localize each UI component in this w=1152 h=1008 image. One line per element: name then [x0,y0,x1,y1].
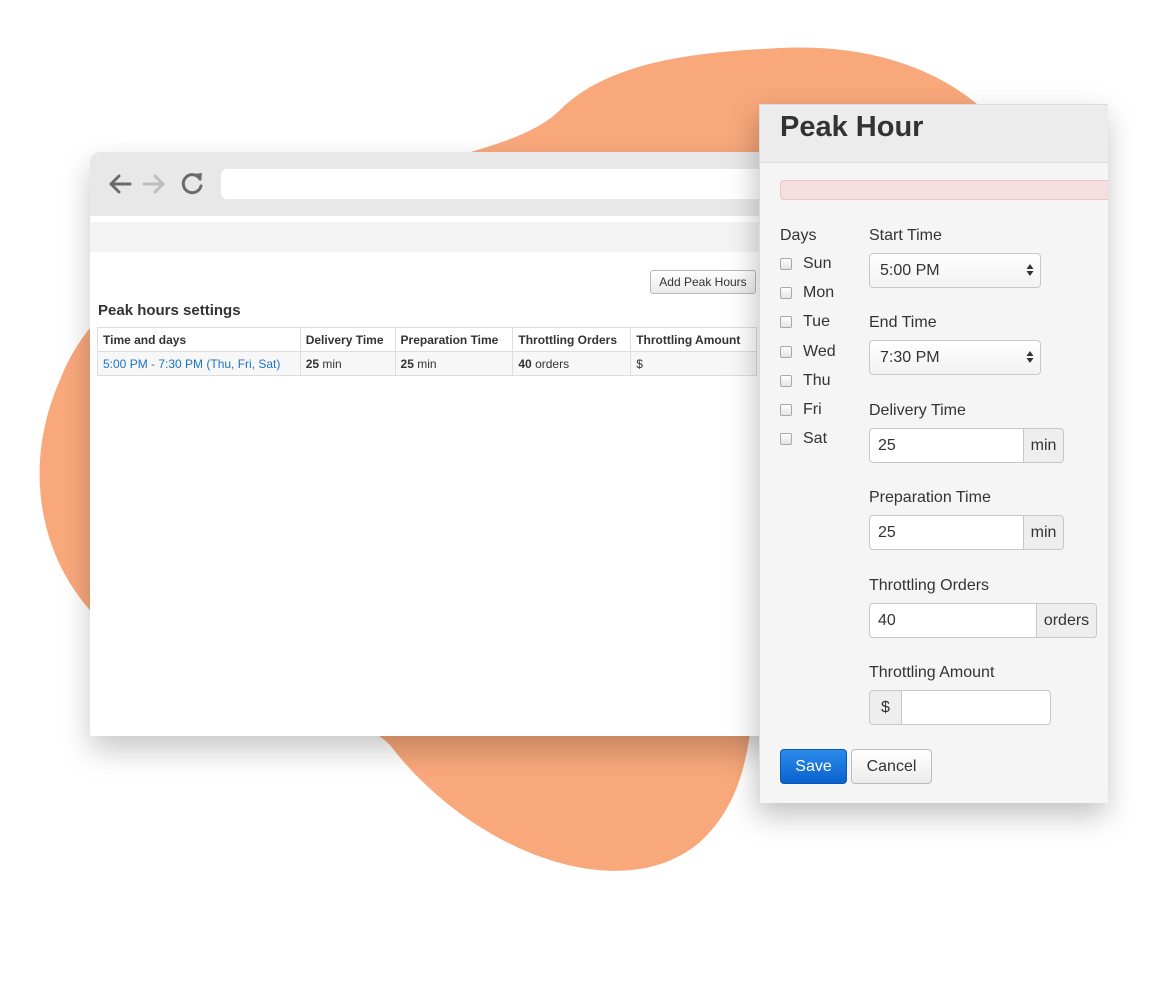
day-label: Tue [803,313,830,330]
day-label: Wed [803,343,836,360]
prep-value: 25 [400,356,414,371]
start-time-select[interactable]: 5:00 PM [869,253,1041,288]
end-time-label: End Time [869,314,937,331]
preparation-time-group: min [869,515,1064,550]
delivery-value: 25 [305,356,320,371]
cell-delivery-time: 25 min [299,351,396,376]
browser-window: Add Peak Hours Peak hours settings Time … [90,152,810,736]
end-time-value: 7:30 PM [880,349,940,366]
days-label: Days [780,227,817,244]
day-label: Thu [803,372,831,389]
save-button[interactable]: Save [780,749,847,784]
checkbox[interactable] [780,258,792,270]
column-header-throttling-orders: Throttling Orders [512,327,632,352]
peak-hours-settings-title: Peak hours settings [98,302,241,319]
amount-prefix: $ [636,356,643,371]
column-header-delivery-time: Delivery Time [299,327,396,352]
cancel-button[interactable]: Cancel [851,749,932,784]
stage: Add Peak Hours Peak hours settings Time … [0,0,1152,1008]
browser-toolbar [90,152,810,216]
cell-time-days: 5:00 PM - 7:30 PM (Thu, Fri, Sat) [97,351,301,376]
delivery-unit-addon: min [1024,428,1064,463]
throttling-orders-input[interactable] [869,603,1037,638]
cell-preparation-time: 25 min [394,351,514,376]
delivery-time-label: Delivery Time [869,402,966,419]
day-label: Mon [803,284,835,301]
delivery-time-input[interactable] [869,428,1024,463]
add-peak-hours-button[interactable]: Add Peak Hours [650,270,756,294]
start-time-label: Start Time [869,227,942,244]
prep-unit: min [417,356,437,371]
day-checkbox-fri[interactable]: Fri [780,400,822,420]
preparation-time-input[interactable] [869,515,1024,550]
day-checkbox-mon[interactable]: Mon [780,283,834,303]
cell-throttling-orders: 40 orders [512,351,632,376]
select-arrows-icon [1026,264,1034,276]
peak-hour-link[interactable]: 5:00 PM - 7:30 PM (Thu, Fri, Sat) [103,357,280,371]
table-row: 5:00 PM - 7:30 PM (Thu, Fri, Sat) 25 min… [97,351,757,376]
throttling-amount-label: Throttling Amount [869,664,995,681]
checkbox[interactable] [780,433,792,445]
day-checkbox-sat[interactable]: Sat [780,429,827,449]
day-checkbox-thu[interactable]: Thu [780,371,831,391]
day-label: Sun [803,255,832,272]
preparation-time-label: Preparation Time [869,489,991,506]
end-time-select[interactable]: 7:30 PM [869,340,1041,375]
select-arrows-icon [1026,351,1034,363]
throttling-amount-group: $ [869,690,1051,725]
orders-value: 40 [518,356,532,371]
throttling-amount-input[interactable] [901,690,1051,725]
back-arrow-icon[interactable] [106,170,134,198]
orders-unit: orders [535,356,570,371]
page-toolbar-strip [90,222,810,252]
reload-icon[interactable] [178,170,206,198]
day-label: Sat [803,430,828,447]
checkbox[interactable] [780,346,792,358]
modal-title: Peak Hour [780,111,924,143]
checkbox[interactable] [780,375,792,387]
checkbox[interactable] [780,404,792,416]
orders-unit-addon: orders [1037,603,1097,638]
address-bar[interactable] [221,169,810,199]
peak-hour-modal: Peak Hour Days Sun Mon Tue Wed Thu Fri S… [759,104,1108,803]
checkbox[interactable] [780,287,792,299]
column-header-throttling-amount: Throttling Amount [630,327,757,352]
alert-bar [780,180,1108,200]
start-time-value: 5:00 PM [880,262,940,279]
delivery-unit: min [322,356,342,371]
cell-throttling-amount: $ [630,351,757,376]
modal-header: Peak Hour [760,105,1108,163]
day-label: Fri [803,401,822,418]
preparation-unit-addon: min [1024,515,1064,550]
throttling-orders-label: Throttling Orders [869,577,990,594]
checkbox[interactable] [780,316,792,328]
delivery-time-group: min [869,428,1064,463]
day-checkbox-wed[interactable]: Wed [780,342,836,362]
forward-arrow-icon[interactable] [140,170,168,198]
amount-prefix-addon: $ [869,690,901,725]
day-checkbox-sun[interactable]: Sun [780,254,831,274]
throttling-orders-group: orders [869,603,1097,638]
column-header-preparation-time: Preparation Time [394,327,514,352]
table-header-row: Time and days Delivery Time Preparation … [97,327,757,352]
column-header-time-days: Time and days [97,327,301,352]
day-checkbox-tue[interactable]: Tue [780,312,830,332]
peak-hours-table: Time and days Delivery Time Preparation … [97,327,757,376]
